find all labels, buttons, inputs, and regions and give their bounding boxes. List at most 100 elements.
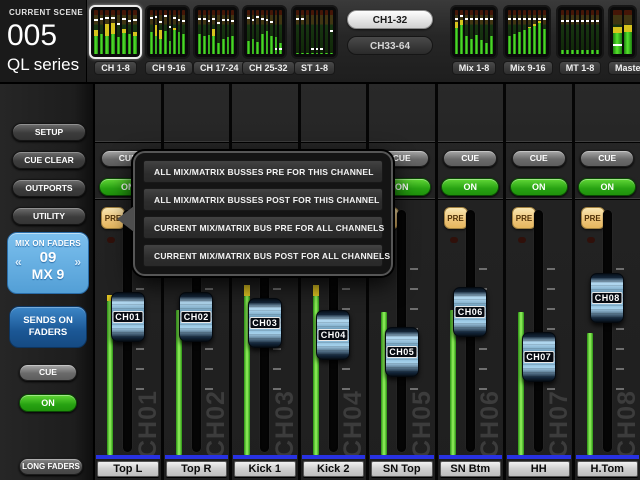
popup-item-3[interactable]: CURRENT MIX/MATRIX BUS PRE FOR ALL CHANN… <box>143 216 383 239</box>
name-accent-bar <box>576 455 640 459</box>
meter-block-mt-1-8[interactable]: MT 1-8 <box>556 5 604 75</box>
meter-yellow-segment <box>313 285 319 295</box>
outports-button[interactable]: OUTPORTS <box>12 179 86 197</box>
meter-peak-mark <box>275 48 278 50</box>
meter-bar <box>266 10 269 54</box>
channel-name-button[interactable]: Kick 2 <box>303 461 365 477</box>
meter-green-fill <box>261 34 264 54</box>
meter-green-fill <box>320 53 323 54</box>
master-cue-button[interactable]: CUE <box>19 364 77 381</box>
cue-button[interactable]: CUE <box>580 150 634 167</box>
meter-green-fill <box>117 37 121 54</box>
on-button[interactable]: ON <box>578 178 636 196</box>
long-faders-button[interactable]: LONG FADERS <box>19 458 83 475</box>
fader-cap[interactable]: CH07 <box>522 332 556 382</box>
utility-button[interactable]: UTILITY <box>12 207 86 225</box>
meter-bar <box>543 10 546 54</box>
fader-cap-label: CH08 <box>592 292 623 304</box>
fader-cap[interactable]: CH05 <box>385 327 419 377</box>
setup-button[interactable]: SETUP <box>12 123 86 141</box>
sidebar: SETUP CUE CLEAR OUTPORTS UTILITY MIX ON … <box>0 84 95 480</box>
fader-track[interactable] <box>603 210 612 452</box>
cue-clear-button[interactable]: CUE CLEAR <box>12 151 86 169</box>
channel-name-button[interactable]: SN Top <box>371 461 433 477</box>
fader-cap[interactable]: CH02 <box>179 292 213 342</box>
fader-cap[interactable]: CH01 <box>111 292 145 342</box>
pre-button[interactable]: PRE <box>512 207 536 229</box>
meter-bar <box>256 10 259 54</box>
meter-peak-mark <box>203 18 206 20</box>
strip-divider <box>575 198 640 199</box>
fader-cap[interactable]: CH08 <box>590 273 624 323</box>
strip-divider <box>301 141 367 142</box>
popup-item-2[interactable]: ALL MIX/MATRIX BUSSES POST FOR THIS CHAN… <box>143 188 383 211</box>
strip-divider <box>438 141 504 142</box>
channel-name-button[interactable]: H.Tom <box>577 461 639 477</box>
meter-green-fill <box>100 34 104 54</box>
layer-button-ch33-64[interactable]: CH33-64 <box>347 36 433 55</box>
pre-button[interactable]: PRE <box>444 207 468 229</box>
meter-bar <box>325 10 328 54</box>
channel-name-button[interactable]: Kick 1 <box>234 461 296 477</box>
channel-name-button[interactable]: Top R <box>166 461 228 477</box>
meter-bar <box>178 10 181 54</box>
meter-green-fill <box>513 34 516 54</box>
meter-display <box>193 5 239 59</box>
channel-name-button[interactable]: Top L <box>97 461 159 477</box>
meter-green-fill <box>217 43 220 54</box>
scene-number: 005 <box>7 19 57 53</box>
meter-green-fill <box>231 36 234 54</box>
meter-bar <box>301 10 304 54</box>
mix-on-faders-panel[interactable]: MIX ON FADERS 09 MX 9 « » <box>7 232 89 294</box>
meter-bar <box>133 10 137 54</box>
meter-block-ch-9-16[interactable]: CH 9-16 <box>145 5 190 75</box>
meter-block-ch-25-32[interactable]: CH 25-32 <box>242 5 287 75</box>
meter-peak-mark <box>231 20 234 22</box>
meter-bar <box>613 10 622 54</box>
meter-yellow-segment <box>528 27 531 29</box>
meter-bar <box>460 10 463 54</box>
meter-block-label: Master <box>608 61 640 75</box>
prev-mix-chevron-icon[interactable]: « <box>15 255 22 269</box>
mix-on-faders-label: MIX ON FADERS <box>8 239 88 248</box>
sends-on-faders-button[interactable]: SENDS ON FADERS <box>9 306 87 348</box>
pre-button[interactable]: PRE <box>581 207 605 229</box>
channel-name-button[interactable]: HH <box>508 461 570 477</box>
channel-name-button[interactable]: SN Btm <box>440 461 502 477</box>
meter-block-ch-17-24[interactable]: CH 17-24 <box>193 5 239 75</box>
meter-block-ch-1-8[interactable]: CH 1-8 <box>89 5 142 75</box>
meter-block-st-1-8[interactable]: ST 1-8 <box>291 5 338 75</box>
meter-bar <box>261 10 264 54</box>
on-button[interactable]: ON <box>510 178 568 196</box>
meter-green-fill <box>133 36 137 54</box>
fader-track[interactable] <box>534 210 543 452</box>
fader-cap[interactable]: CH03 <box>248 298 282 348</box>
meter-block-master[interactable]: Master <box>608 5 637 75</box>
meter-bar <box>227 10 230 54</box>
cue-button[interactable]: CUE <box>512 150 566 167</box>
meter-green-fill <box>247 41 250 54</box>
popup-item-1[interactable]: ALL MIX/MATRIX BUSSES PRE FOR THIS CHANN… <box>143 160 383 183</box>
meter-green-fill <box>155 36 158 54</box>
meter-peak-mark <box>330 30 333 32</box>
meter-peak-mark <box>613 44 622 46</box>
cue-button[interactable]: CUE <box>443 150 497 167</box>
meter-peak-mark <box>105 17 109 19</box>
meter-green-fill <box>581 50 584 54</box>
meter-peak-mark <box>117 23 121 25</box>
meter-bar <box>455 10 458 54</box>
meter-bar <box>480 10 483 54</box>
meter-green-fill <box>270 36 273 54</box>
strip-divider <box>506 198 572 199</box>
fader-cap[interactable]: CH06 <box>453 287 487 337</box>
meter-block-mix-9-16[interactable]: Mix 9-16 <box>503 5 551 75</box>
layer-button-ch1-32[interactable]: CH1-32 <box>347 10 433 29</box>
meter-block-mix-1-8[interactable]: Mix 1-8 <box>450 5 498 75</box>
on-button[interactable]: ON <box>441 178 499 196</box>
master-on-button[interactable]: ON <box>19 394 77 412</box>
meter-peak-mark <box>480 18 483 20</box>
fader-cap[interactable]: CH04 <box>316 310 350 360</box>
meter-display <box>89 5 142 59</box>
next-mix-chevron-icon[interactable]: » <box>74 255 81 269</box>
popup-item-4[interactable]: CURRENT MIX/MATRIX BUS POST FOR ALL CHAN… <box>143 244 383 267</box>
